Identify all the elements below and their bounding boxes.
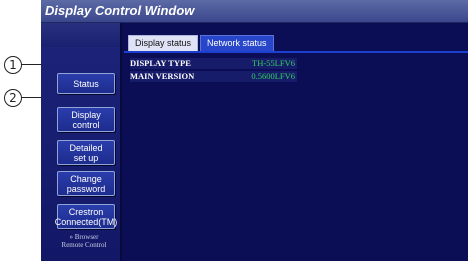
main-version-row: MAIN VERSION 0.5600LFV6	[130, 71, 297, 82]
tab-network-status[interactable]: Network status	[200, 35, 274, 51]
display-control-label-line2: control	[72, 119, 100, 130]
detailed-set-up-button[interactable]: Detailed set up	[57, 140, 115, 165]
tab-display-status[interactable]: Display status	[128, 35, 199, 51]
display-type-row: DISPLAY TYPE TH-55LFV6	[130, 58, 297, 69]
display-type-label: DISPLAY TYPE	[130, 58, 191, 68]
crestron-connected-button[interactable]: Crestron Connected(TM)	[54, 204, 118, 229]
change-password-button[interactable]: Change password	[57, 171, 115, 196]
sidebar: Status Display control Detailed set up C…	[41, 23, 122, 261]
change-password-label-line1: Change	[70, 173, 102, 184]
display-control-label-line1: Display	[71, 109, 101, 120]
status-button[interactable]: Status	[57, 73, 115, 94]
detailed-set-up-label-line2: set up	[73, 152, 99, 163]
status-button-label: Status	[73, 78, 99, 89]
main-version-label: MAIN VERSION	[130, 71, 195, 81]
title-bar: Display Control Window	[41, 0, 468, 23]
main-panel: Display status Network status DISPLAY TY…	[124, 23, 468, 261]
browser-remote-line2: Remote Control	[61, 241, 107, 249]
window-title: Display Control Window	[45, 3, 195, 18]
crestron-connected-label-line2: Connected(TM)	[54, 216, 118, 227]
callout-1: 1	[4, 56, 22, 74]
main-version-value: 0.5600LFV6	[251, 71, 295, 81]
callout-2: 2	[4, 89, 22, 107]
sidebar-header	[41, 23, 120, 47]
tab-bar: Display status Network status	[124, 35, 468, 53]
browser-remote-control-link[interactable]: » Browser Remote Control	[51, 233, 117, 249]
display-control-window: Display Control Window Status Display co…	[41, 0, 468, 261]
browser-remote-line1: » Browser	[69, 233, 99, 241]
display-control-button[interactable]: Display control	[57, 107, 115, 132]
display-status-table: DISPLAY TYPE TH-55LFV6 MAIN VERSION 0.56…	[130, 58, 297, 84]
crestron-connected-label-line1: Crestron	[68, 206, 104, 217]
change-password-label-line2: password	[66, 183, 106, 194]
display-type-value: TH-55LFV6	[252, 58, 295, 68]
detailed-set-up-label-line1: Detailed	[69, 142, 103, 153]
